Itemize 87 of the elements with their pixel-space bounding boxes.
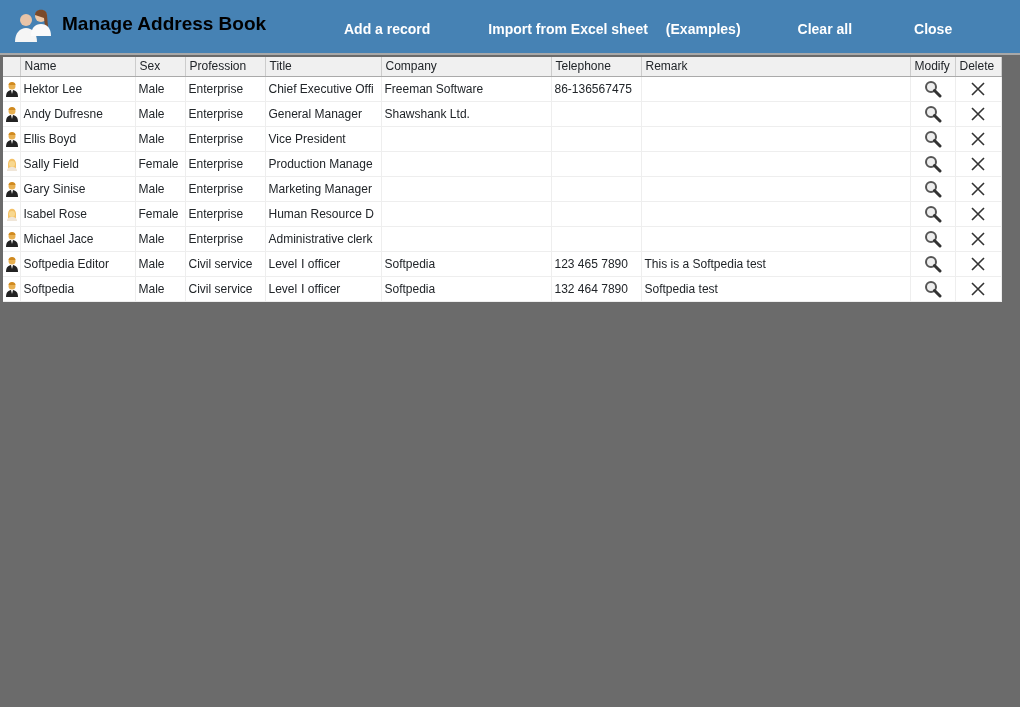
table-cell: Male	[138, 281, 165, 296]
table-cell: Male	[138, 131, 165, 146]
search-icon[interactable]	[923, 229, 942, 248]
close-icon[interactable]	[971, 182, 985, 197]
table-cell: Softpedia Editor	[23, 256, 109, 271]
table-cell: Vice President	[268, 131, 346, 146]
close-icon[interactable]	[971, 207, 985, 222]
search-icon[interactable]	[923, 254, 942, 273]
app-title: Manage Address Book	[62, 12, 268, 36]
close-icon[interactable]	[971, 82, 985, 97]
table-cell: Male	[138, 106, 165, 121]
table-cell: Enterprise	[188, 156, 244, 171]
search-icon[interactable]	[923, 104, 942, 123]
search-icon[interactable]	[923, 279, 942, 298]
table-cell: Level Ⅰ officer	[268, 281, 341, 296]
table-cell: Michael Jace	[23, 231, 94, 246]
header-link[interactable]: Clear all	[797, 19, 853, 40]
column-header: Telephone	[551, 57, 641, 76]
table-cell: 132 464 7890	[554, 281, 628, 296]
table-cell: Gary Sinise	[23, 181, 86, 196]
close-icon[interactable]	[971, 282, 985, 297]
table-cell: Softpedia	[384, 256, 436, 271]
woman-avatar-icon	[6, 157, 18, 172]
column-header: Name	[20, 57, 135, 76]
table-cell: Male	[138, 181, 165, 196]
column-header: Modify	[910, 57, 955, 76]
table-cell: Human Resource D	[268, 206, 374, 221]
table-cell: Enterprise	[188, 106, 244, 121]
table-cell: Civil service	[188, 256, 253, 271]
column-header: Company	[381, 57, 551, 76]
close-icon[interactable]	[971, 257, 985, 272]
close-icon[interactable]	[971, 232, 985, 247]
man-avatar-icon	[6, 81, 18, 98]
header-link[interactable]: Add a record	[344, 19, 431, 40]
table-cell: Softpedia	[23, 281, 75, 296]
table-cell: Isabel Rose	[23, 206, 87, 221]
search-icon[interactable]	[923, 79, 942, 98]
close-icon[interactable]	[971, 107, 985, 122]
table-cell: Hektor Lee	[23, 81, 83, 96]
table-cell: Enterprise	[188, 231, 244, 246]
table-cell: Freeman Software	[384, 81, 484, 96]
table-cell: Andy Dufresne	[23, 106, 103, 121]
woman-avatar-icon	[6, 207, 18, 222]
table-cell: Shawshank Ltd.	[384, 106, 470, 121]
column-header: Delete	[955, 57, 1001, 76]
table-cell: Sally Field	[23, 156, 79, 171]
man-avatar-icon	[6, 281, 18, 298]
man-avatar-icon	[6, 131, 18, 148]
column-header: Title	[265, 57, 381, 76]
table-cell: Enterprise	[188, 131, 244, 146]
header-link[interactable]: (Examples)	[665, 19, 741, 40]
man-avatar-icon	[6, 106, 18, 123]
header-link[interactable]: Close	[914, 19, 953, 40]
table-cell: 123 465 7890	[554, 256, 628, 271]
search-icon[interactable]	[923, 129, 942, 148]
table-cell: Softpedia test	[644, 281, 718, 296]
header-link[interactable]: Import from Excel sheet	[488, 19, 648, 40]
column-header: Sex	[135, 57, 185, 76]
table-cell: Civil service	[188, 281, 253, 296]
table-cell: Male	[138, 256, 165, 271]
search-icon[interactable]	[923, 204, 942, 223]
man-avatar-icon	[6, 256, 18, 273]
table-cell: General Manager	[268, 106, 362, 121]
table-cell: Production Manage	[268, 156, 373, 171]
search-icon[interactable]	[923, 154, 942, 173]
table-cell: Female	[138, 206, 179, 221]
table-cell: Level Ⅰ officer	[268, 256, 341, 271]
table-cell: Enterprise	[188, 206, 244, 221]
table-cell: Enterprise	[188, 181, 244, 196]
table-cell: Female	[138, 156, 179, 171]
column-header: Remark	[641, 57, 910, 76]
close-icon[interactable]	[971, 132, 985, 147]
man-avatar-icon	[6, 231, 18, 248]
table-cell: Marketing Manager	[268, 181, 372, 196]
table-cell: Ellis Boyd	[23, 131, 77, 146]
table-cell: Enterprise	[188, 81, 244, 96]
table-cell: Male	[138, 231, 165, 246]
close-icon[interactable]	[971, 157, 985, 172]
table-cell: Male	[138, 81, 165, 96]
table-cell: Administrative clerk	[268, 231, 373, 246]
table-cell: Softpedia	[384, 281, 436, 296]
search-icon[interactable]	[923, 179, 942, 198]
man-avatar-icon	[6, 181, 18, 198]
table-cell: 86-136567475	[554, 81, 632, 96]
table-cell: This is a Softpedia test	[644, 256, 766, 271]
column-header: Profession	[185, 57, 265, 76]
table-cell: Chief Executive Offi	[268, 81, 374, 96]
